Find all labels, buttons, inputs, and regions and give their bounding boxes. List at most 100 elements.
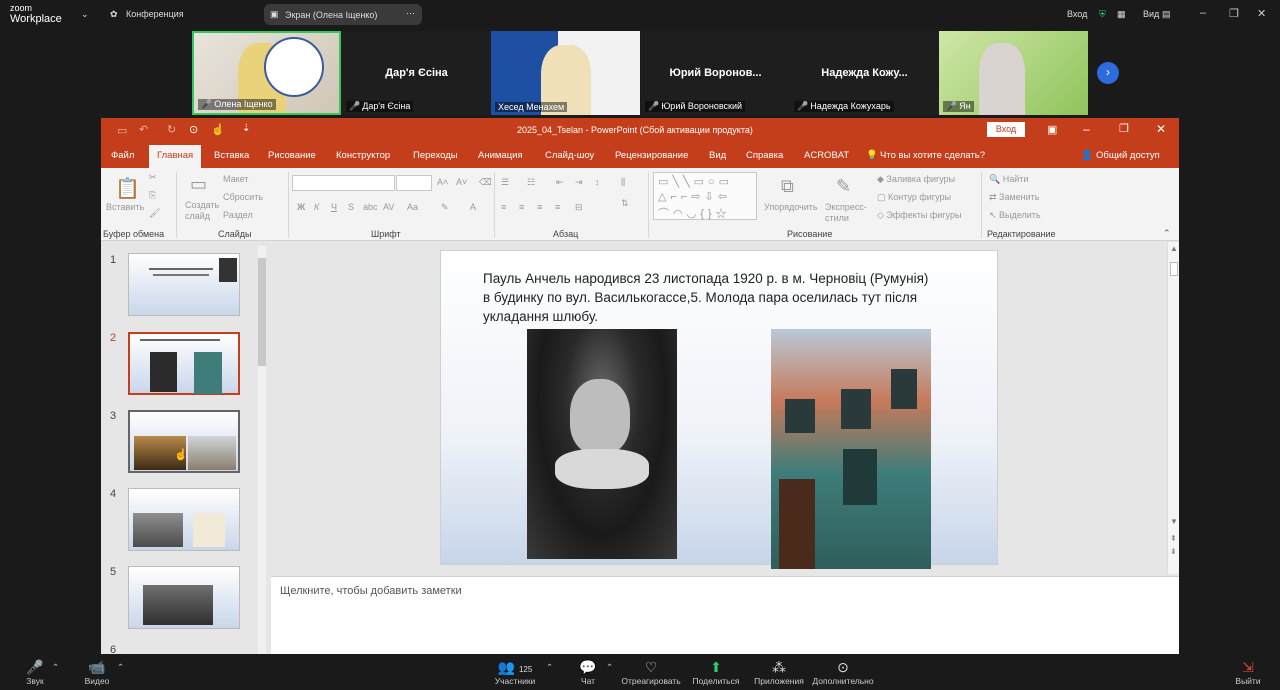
font-name-select[interactable] — [292, 175, 395, 191]
child-portrait-photo[interactable] — [527, 329, 677, 559]
scroll-down-icon[interactable]: ▼ — [1170, 517, 1178, 526]
tell-me-box[interactable]: Что вы хотите сделать? — [880, 150, 985, 161]
slide-thumbnail[interactable] — [128, 566, 240, 629]
columns-icon[interactable]: ⫼ — [621, 177, 625, 188]
video-options-icon[interactable]: ⌃ — [117, 662, 124, 673]
notes-pane[interactable]: Щелкните, чтобы добавить заметки — [271, 576, 1179, 654]
chat-button[interactable]: 💬 Чат — [577, 658, 599, 686]
tab-insert[interactable]: Вставка — [214, 150, 249, 161]
arrange-icon[interactable]: ⧉ — [781, 176, 794, 197]
font-grow-icon[interactable]: A˄ — [437, 177, 448, 187]
restore-icon[interactable]: ❐ — [1229, 7, 1239, 20]
find-button[interactable]: 🔍 Найти — [989, 174, 1028, 185]
format-painter-icon[interactable]: 🖌 — [149, 208, 160, 219]
more-icon[interactable]: ⋯ — [406, 8, 415, 19]
align-right-icon[interactable]: ≡ — [537, 202, 542, 212]
chat-options-icon[interactable]: ⌃ — [606, 662, 613, 673]
slide-thumbnail-selected[interactable] — [128, 332, 240, 395]
thumbnail-scrollbar[interactable] — [258, 246, 266, 654]
collapse-ribbon-icon[interactable]: ⌃ — [1163, 228, 1171, 239]
participants-button[interactable]: 👥 125 Участники — [492, 658, 538, 686]
participants-options-icon[interactable]: ⌃ — [546, 662, 553, 673]
restore-icon[interactable]: ❐ — [1119, 122, 1129, 135]
new-slide-icon[interactable]: ▭ — [190, 174, 207, 195]
tab-view[interactable]: Вид — [709, 150, 726, 161]
align-left-icon[interactable]: ≡ — [501, 202, 506, 212]
leave-button[interactable]: ⇲ Выйти — [1234, 658, 1262, 686]
quick-styles-icon[interactable]: ✎ — [836, 176, 851, 197]
paste-icon[interactable]: 📋 — [115, 176, 140, 201]
font-shrink-icon[interactable]: A˅ — [456, 177, 467, 187]
close-icon[interactable]: ✕ — [1257, 7, 1266, 20]
select-button[interactable]: ↖ Выделить — [989, 210, 1041, 221]
shapes-row-icon[interactable]: ⌒◠◡{}☆ — [658, 205, 731, 221]
shapes-gallery[interactable]: ▭╲╲▭○▭ △⌐⌐⇨⇩⇦ ⌒◠◡{}☆ — [653, 172, 757, 220]
distribute-icon[interactable]: ⊟ — [575, 202, 583, 213]
participant-tile[interactable]: Дар'я Єсіна 🎤 Дар'я Єсіна — [342, 31, 491, 115]
shapes-row-icon[interactable]: ▭╲╲▭○▭ — [658, 175, 733, 188]
shape-fill-button[interactable]: ◆ Заливка фигуры — [877, 174, 955, 185]
audio-options-icon[interactable]: ⌃ — [52, 662, 59, 673]
tab-draw[interactable]: Рисование — [268, 150, 316, 161]
tab-review[interactable]: Рецензирование — [615, 150, 688, 161]
slide-thumbnail[interactable]: ☝ — [128, 410, 240, 473]
slide-thumbnail[interactable] — [128, 253, 240, 316]
view-button[interactable]: Вид — [1143, 9, 1159, 19]
reset-button[interactable]: Сбросить — [223, 192, 263, 202]
undo-icon[interactable]: ↶ — [139, 123, 148, 136]
security-shield-icon[interactable]: ⛨ — [1099, 9, 1106, 20]
signin-link[interactable]: Вход — [1067, 9, 1087, 19]
bold-icon[interactable]: Ж — [297, 202, 305, 212]
indent-increase-icon[interactable]: ⇥ — [575, 177, 583, 188]
apps-button[interactable]: ⁂ Приложения — [753, 658, 805, 686]
participant-tile[interactable]: 🎤 Олена Іщенко — [192, 31, 341, 115]
numbering-icon[interactable]: ☷ — [527, 177, 535, 188]
tab-acrobat[interactable]: ACROBAT — [804, 150, 849, 161]
ribbon-display-icon[interactable]: ▣ — [1047, 123, 1057, 136]
participant-tile[interactable]: 🎤 Ян — [939, 31, 1088, 115]
line-spacing-icon[interactable]: ↕ — [595, 177, 600, 187]
arrange-button[interactable]: Упорядочить — [764, 202, 818, 212]
current-slide[interactable]: Пауль Анчель народився 23 листопада 1920… — [440, 250, 998, 569]
more-button[interactable]: ⊙ Дополнительно — [812, 658, 874, 686]
replace-button[interactable]: ⇄ Заменить — [989, 192, 1040, 203]
tab-animations[interactable]: Анимация — [478, 150, 523, 161]
case-icon[interactable]: Aa — [407, 202, 418, 212]
layout-button[interactable]: Макет — [223, 174, 248, 184]
grid-icon[interactable]: ▦ — [1117, 9, 1126, 20]
video-button[interactable]: 📹 Видео — [82, 658, 112, 686]
scrollbar-thumb[interactable] — [1170, 262, 1178, 276]
indent-decrease-icon[interactable]: ⇤ — [556, 177, 564, 188]
clear-format-icon[interactable]: ⌫ — [479, 177, 492, 188]
shapes-row-icon[interactable]: △⌐⌐⇨⇩⇦ — [658, 190, 731, 203]
meeting-label[interactable]: Конференция — [126, 9, 184, 19]
underline-icon[interactable]: Ч — [331, 202, 337, 212]
font-color-icon[interactable]: A — [470, 202, 476, 212]
next-page-button[interactable]: › — [1097, 62, 1119, 84]
customize-toolbar-icon[interactable]: ⇣ — [242, 123, 250, 134]
justify-icon[interactable]: ≡ — [555, 202, 560, 212]
share-button[interactable]: Общий доступ — [1096, 150, 1160, 161]
save-icon[interactable]: ▭ — [117, 124, 127, 137]
slideshow-icon[interactable]: ⊙ — [189, 123, 198, 136]
slide-thumbnail[interactable] — [128, 488, 240, 551]
participant-tile[interactable]: Хесед Менахем — [491, 31, 640, 115]
scrollbar-thumb[interactable] — [258, 258, 266, 366]
ppt-signin-button[interactable]: Вход — [987, 122, 1025, 137]
share-screen-button[interactable]: ⬆ Поделиться — [692, 658, 740, 686]
screen-share-indicator[interactable]: ▣ Экран (Олена Іщенко) ⋯ — [264, 4, 422, 25]
redo-icon[interactable]: ↻ — [167, 123, 176, 136]
italic-icon[interactable]: К — [314, 202, 319, 212]
minimize-icon[interactable]: – — [1200, 7, 1206, 19]
font-size-select[interactable] — [396, 175, 432, 191]
slide-text[interactable]: Пауль Анчель народився 23 листопада 1920… — [483, 269, 933, 326]
tab-home[interactable]: Главная — [149, 145, 202, 168]
notes-placeholder[interactable]: Щелкните, чтобы добавить заметки — [280, 585, 462, 597]
section-button[interactable]: Раздел — [223, 210, 253, 220]
tab-file[interactable]: Файл — [111, 150, 134, 161]
quick-styles-button[interactable]: Экспресс-стили — [825, 202, 875, 224]
participant-tile[interactable]: Юрий Воронов... 🎤 Юрий Вороновский — [641, 31, 790, 115]
shape-effects-button[interactable]: ◇ Эффекты фигуры — [877, 210, 961, 221]
highlight-icon[interactable]: ✎ — [441, 202, 449, 213]
align-center-icon[interactable]: ≡ — [519, 202, 524, 212]
